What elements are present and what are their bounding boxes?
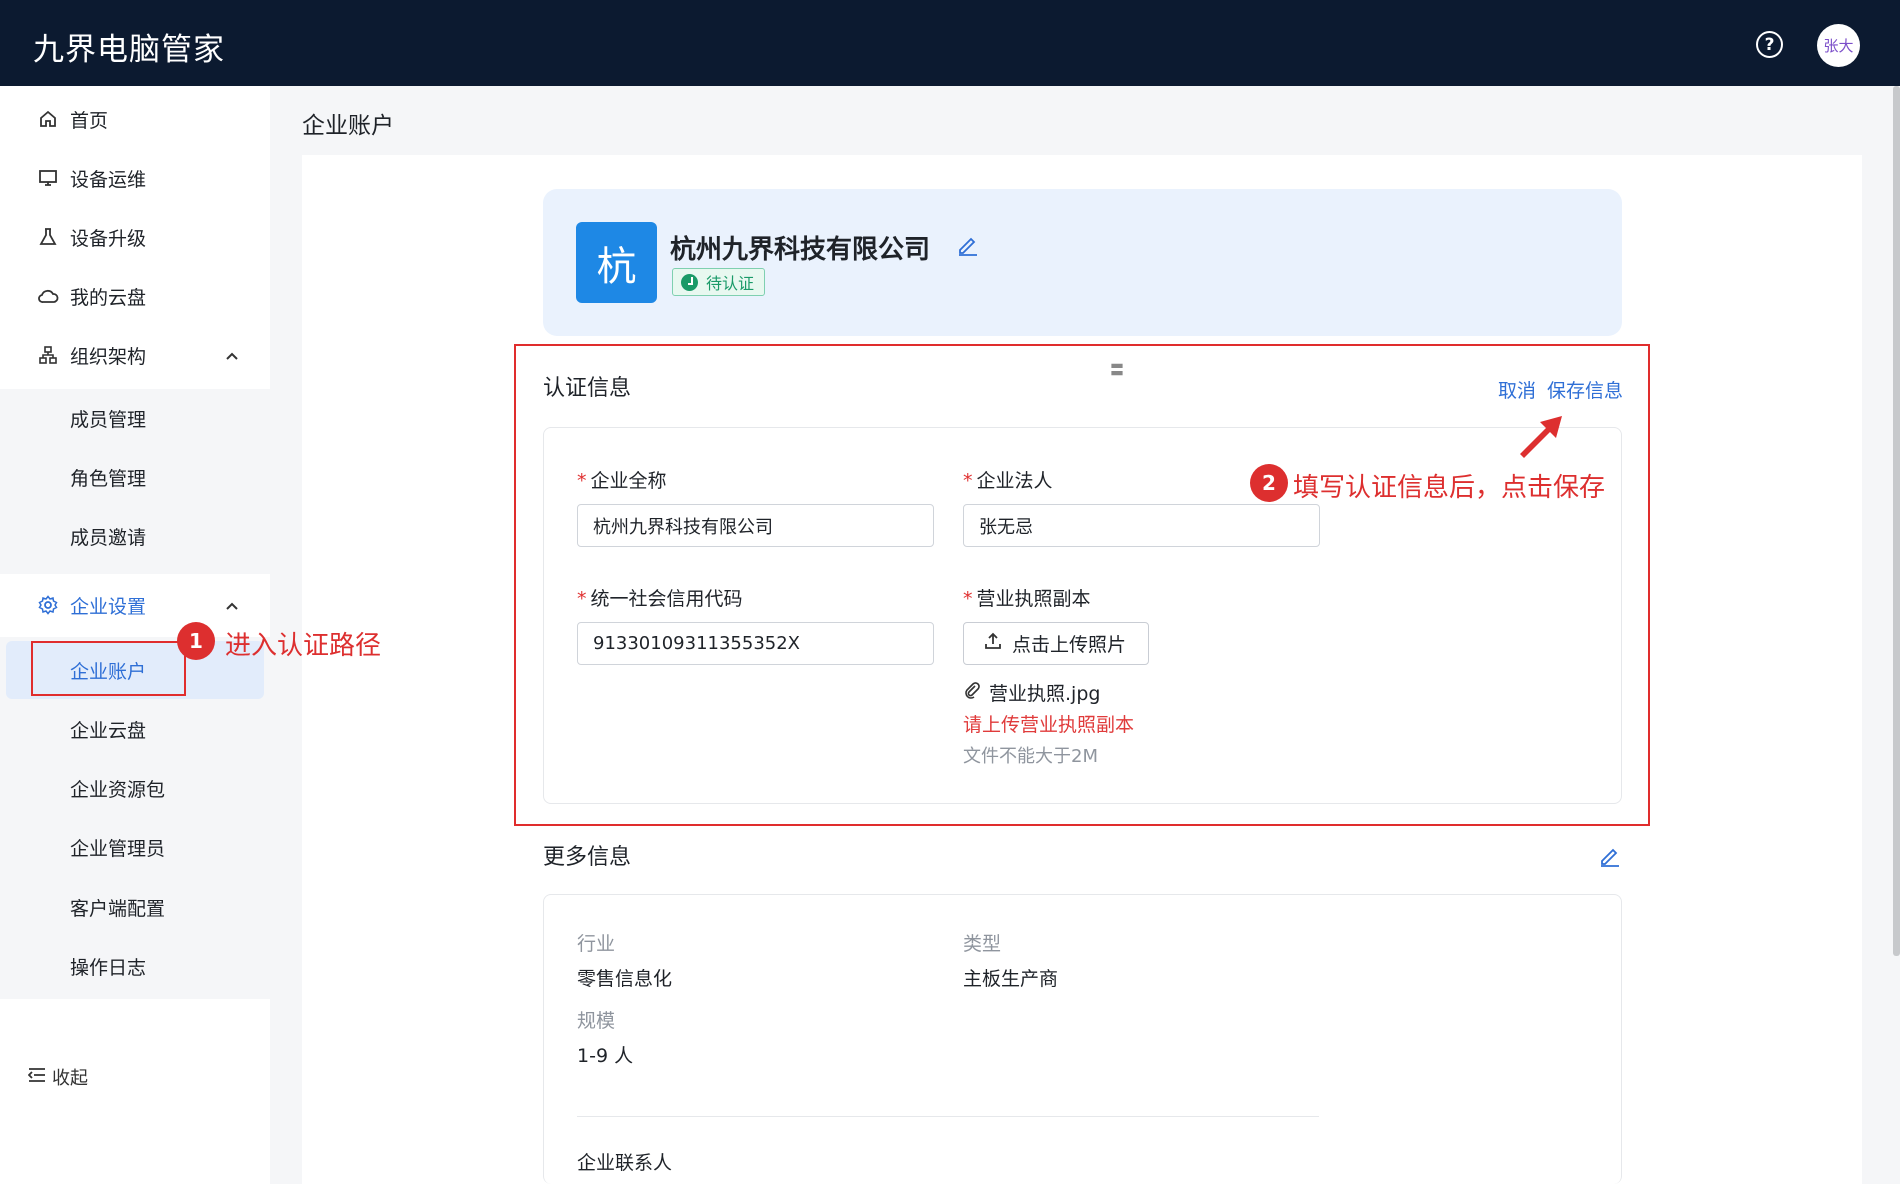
- company-name: 杭州九界科技有限公司: [670, 235, 931, 265]
- company-card: 杭 杭州九界科技有限公司 待认证: [543, 189, 1622, 336]
- gear-icon: [37, 594, 59, 616]
- industry-label: 行业: [577, 933, 616, 955]
- page-title: 企业账户: [302, 113, 394, 139]
- sidebar-item-invites[interactable]: 成员邀请: [0, 507, 270, 565]
- status-badge: 待认证: [672, 268, 766, 296]
- scale-value: 1-9 人: [577, 1045, 634, 1067]
- clock-icon: [681, 273, 698, 291]
- file-size-hint: 文件不能大于2M: [963, 746, 1098, 767]
- sidebar-item-device-ops[interactable]: 设备运维: [0, 149, 270, 207]
- sidebar-item-device-upgrade[interactable]: 设备升级: [0, 208, 270, 266]
- annotation-text-2: 填写认证信息后，点击保存: [1293, 473, 1606, 503]
- type-label: 类型: [963, 933, 1002, 955]
- top-bar: 九界电脑管家 ? 张大: [0, 0, 1900, 86]
- edit-icon[interactable]: [1598, 844, 1622, 868]
- credit-code-label: * 统一社会信用代码: [577, 588, 743, 610]
- app-title: 九界电脑管家: [33, 32, 225, 68]
- upload-button[interactable]: 点击上传照片: [963, 622, 1149, 665]
- user-avatar[interactable]: 张大: [1817, 24, 1860, 67]
- type-value: 主板生产商: [963, 968, 1059, 990]
- sidebar-item-client-config[interactable]: 客户端配置: [0, 878, 270, 936]
- annotation-arrow-icon: [1520, 416, 1562, 458]
- legal-person-input[interactable]: 张无忌: [963, 504, 1320, 547]
- full-name-label: * 企业全称: [577, 470, 667, 492]
- chevron-up-icon: [224, 347, 240, 363]
- sidebar-item-members[interactable]: 成员管理: [0, 389, 270, 447]
- sidebar-item-op-log[interactable]: 操作日志: [0, 937, 270, 995]
- menu-collapse-icon: [27, 1067, 46, 1088]
- scrollbar[interactable]: [1893, 86, 1900, 956]
- help-circle-icon[interactable]: ?: [1756, 31, 1783, 58]
- drag-handle-icon[interactable]: 〓: [1110, 360, 1124, 380]
- annotation-highlight-nav: [31, 641, 186, 696]
- paperclip-icon: [963, 681, 981, 704]
- company-logo: 杭: [576, 222, 657, 303]
- divider: [577, 1116, 1319, 1117]
- monitor-icon: [37, 167, 59, 189]
- annotation-badge-2: 2: [1250, 464, 1288, 502]
- upload-icon: [984, 632, 1002, 655]
- sidebar-item-my-cloud[interactable]: 我的云盘: [0, 267, 270, 325]
- cancel-button[interactable]: 取消: [1498, 376, 1536, 403]
- save-info-button[interactable]: 保存信息: [1547, 376, 1623, 403]
- collapse-sidebar-button[interactable]: 收起: [27, 1064, 88, 1090]
- sidebar-item-enterprise-cloud[interactable]: 企业云盘: [0, 700, 270, 758]
- sidebar-item-home[interactable]: 首页: [0, 90, 270, 148]
- org-chart-icon: [37, 344, 59, 366]
- home-icon: [37, 108, 59, 130]
- annotation-badge-1: 1: [177, 622, 215, 660]
- full-name-input[interactable]: 杭州九界科技有限公司: [577, 504, 934, 547]
- uploaded-file[interactable]: 营业执照.jpg: [963, 679, 1100, 706]
- scale-label: 规模: [577, 1010, 616, 1032]
- edit-icon[interactable]: [956, 233, 980, 257]
- cloud-icon: [37, 285, 59, 307]
- credit-code-input[interactable]: 91330109311355352X: [577, 622, 934, 665]
- org-submenu: 成员管理 角色管理 成员邀请: [0, 389, 270, 574]
- license-label: * 营业执照副本: [963, 588, 1091, 610]
- industry-value: 零售信息化: [577, 968, 673, 990]
- more-info-box: [543, 894, 1622, 1184]
- sidebar-item-resource-pack[interactable]: 企业资源包: [0, 759, 270, 817]
- sidebar-item-admins[interactable]: 企业管理员: [0, 818, 270, 876]
- cert-section-title: 认证信息: [543, 376, 632, 401]
- legal-person-label: * 企业法人: [963, 470, 1053, 492]
- sidebar-item-org[interactable]: 组织架构: [0, 326, 270, 384]
- annotation-text-1: 进入认证路径: [225, 631, 382, 661]
- contact-label: 企业联系人: [577, 1152, 673, 1174]
- flask-icon: [37, 226, 59, 248]
- license-error-text: 请上传营业执照副本: [963, 714, 1135, 736]
- more-info-title: 更多信息: [543, 845, 632, 870]
- sidebar-item-roles[interactable]: 角色管理: [0, 448, 270, 506]
- chevron-up-icon: [224, 597, 240, 613]
